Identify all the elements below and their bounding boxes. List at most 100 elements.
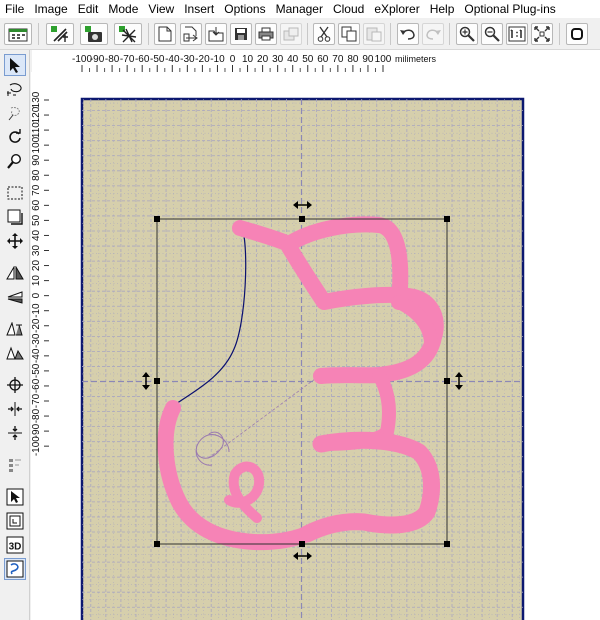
ruler-tick-label: -50 <box>150 54 165 65</box>
import-icon <box>208 27 224 42</box>
handle-bottom-right[interactable] <box>444 541 450 547</box>
rotate-tool[interactable] <box>4 126 26 148</box>
file-button[interactable] <box>4 23 32 45</box>
mirror-vertical-tool[interactable] <box>4 286 26 308</box>
distribute-tool[interactable] <box>4 454 26 476</box>
redo-button[interactable] <box>422 23 444 45</box>
select-tool[interactable] <box>4 54 26 76</box>
select-all-button[interactable] <box>46 23 74 45</box>
menu-optional-plugins[interactable]: Optional Plug-ins <box>459 0 560 18</box>
skew-vertical-tool[interactable] <box>4 342 26 364</box>
hoop-view-tool[interactable] <box>4 558 26 580</box>
cut-button[interactable] <box>313 23 335 45</box>
save-button[interactable] <box>230 23 252 45</box>
image-button[interactable] <box>80 23 108 45</box>
mirror-vertical-icon <box>7 291 23 304</box>
align-center-horizontal-icon <box>8 402 22 416</box>
ruler-tick-label: -50 <box>31 363 42 378</box>
toolbar-separator <box>307 23 308 45</box>
ruler-tick-label: -100 <box>31 436 42 456</box>
handle-top-center[interactable] <box>299 216 305 222</box>
handle-middle-right[interactable] <box>444 378 450 384</box>
align-horizontal-tool[interactable] <box>4 398 26 420</box>
ruler-tick-label: -30 <box>31 333 42 348</box>
skew-horizontal-icon <box>6 322 23 336</box>
ruler-tick-label: 60 <box>31 199 42 211</box>
view-3d-tool[interactable]: 3D <box>4 534 26 556</box>
frame-tool[interactable] <box>4 206 26 228</box>
cut-icon <box>317 26 331 42</box>
magnifier-icon <box>7 153 22 169</box>
skew-vertical-icon <box>6 346 24 360</box>
menu-image[interactable]: Image <box>29 0 72 18</box>
ruler-tick-label: 90 <box>31 154 42 166</box>
copy-button[interactable] <box>338 23 360 45</box>
menu-cloud[interactable]: Cloud <box>328 0 369 18</box>
menu-mode[interactable]: Mode <box>103 0 143 18</box>
new-button[interactable] <box>154 23 176 45</box>
zoom-out-button[interactable] <box>481 23 503 45</box>
rectangle-select-tool[interactable] <box>4 182 26 204</box>
toolbar-separator <box>559 23 560 45</box>
hide-icon <box>119 26 137 43</box>
ruler-tick-label: 70 <box>332 54 344 65</box>
print-button[interactable] <box>255 23 277 45</box>
move-arrows-icon <box>7 233 23 249</box>
open-button[interactable] <box>180 23 202 45</box>
freehand-select-tool[interactable] <box>4 102 26 124</box>
handle-top-left[interactable] <box>154 216 160 222</box>
handle-middle-left[interactable] <box>154 378 160 384</box>
skew-horizontal-tool[interactable] <box>4 318 26 340</box>
zoom-in-button[interactable] <box>456 23 478 45</box>
menu-manager[interactable]: Manager <box>271 0 328 18</box>
mirror-horizontal-tool[interactable] <box>4 262 26 284</box>
lasso-select-icon <box>7 83 22 96</box>
stitch-player-icon <box>6 512 24 530</box>
design-canvas[interactable] <box>49 72 600 620</box>
ruler-tick-label: 30 <box>272 54 284 65</box>
stitch-player-tool[interactable] <box>4 510 26 532</box>
new-icon <box>158 26 172 42</box>
undo-button[interactable] <box>397 23 419 45</box>
ruler-tick-label: 120 <box>31 106 42 123</box>
select-pointer-tool[interactable] <box>4 486 26 508</box>
center-target-icon <box>7 377 23 393</box>
align-center-vertical-icon <box>8 426 22 440</box>
ruler-tick-label: 70 <box>31 184 42 196</box>
horizontal-ruler[interactable]: -100 -90 -80 -70 -60 -50 -40 -30 -20 -10 0 10 20 30 40… <box>32 50 600 72</box>
paste-button[interactable] <box>363 23 385 45</box>
menu-help[interactable]: Help <box>425 0 460 18</box>
handle-bottom-center[interactable] <box>299 541 305 547</box>
zoom-tool[interactable] <box>4 150 26 172</box>
menu-insert[interactable]: Insert <box>179 0 219 18</box>
ruler-tick-label: 10 <box>31 275 42 287</box>
ruler-tick-label: 0 <box>230 54 236 65</box>
canvas-drawing <box>80 97 525 620</box>
lasso-tool[interactable] <box>4 78 26 100</box>
menu-edit[interactable]: Edit <box>73 0 104 18</box>
import-button[interactable] <box>205 23 227 45</box>
select-all-icon <box>51 26 68 42</box>
handle-top-right[interactable] <box>444 216 450 222</box>
menu-file[interactable]: File <box>0 0 29 18</box>
rotate-icon <box>9 129 21 143</box>
move-tool[interactable] <box>4 230 26 252</box>
menu-options[interactable]: Options <box>219 0 270 18</box>
ruler-tick-label: 50 <box>302 54 314 65</box>
ruler-tick-label: 80 <box>347 54 359 65</box>
zoom-fit-button[interactable] <box>531 23 553 45</box>
hide-button[interactable] <box>114 23 142 45</box>
toolbar-separator <box>148 23 149 45</box>
menu-view[interactable]: View <box>143 0 179 18</box>
ruler-tick-label: -10 <box>210 54 225 65</box>
zoom-1to1-button[interactable] <box>506 23 528 45</box>
stop-button[interactable] <box>566 23 588 45</box>
align-vertical-tool[interactable] <box>4 422 26 444</box>
vertical-ruler[interactable]: 130 120 110 100 90 80 70 60 50 40 30 20 10 0 -10 -20 -30… <box>31 72 49 620</box>
handle-bottom-left[interactable] <box>154 541 160 547</box>
ruler-tick-label: 50 <box>31 214 42 226</box>
menu-explorer[interactable]: eXplorer <box>369 0 424 18</box>
center-tool[interactable] <box>4 374 26 396</box>
export-button[interactable] <box>280 23 302 45</box>
toolbar-separator <box>449 23 450 45</box>
